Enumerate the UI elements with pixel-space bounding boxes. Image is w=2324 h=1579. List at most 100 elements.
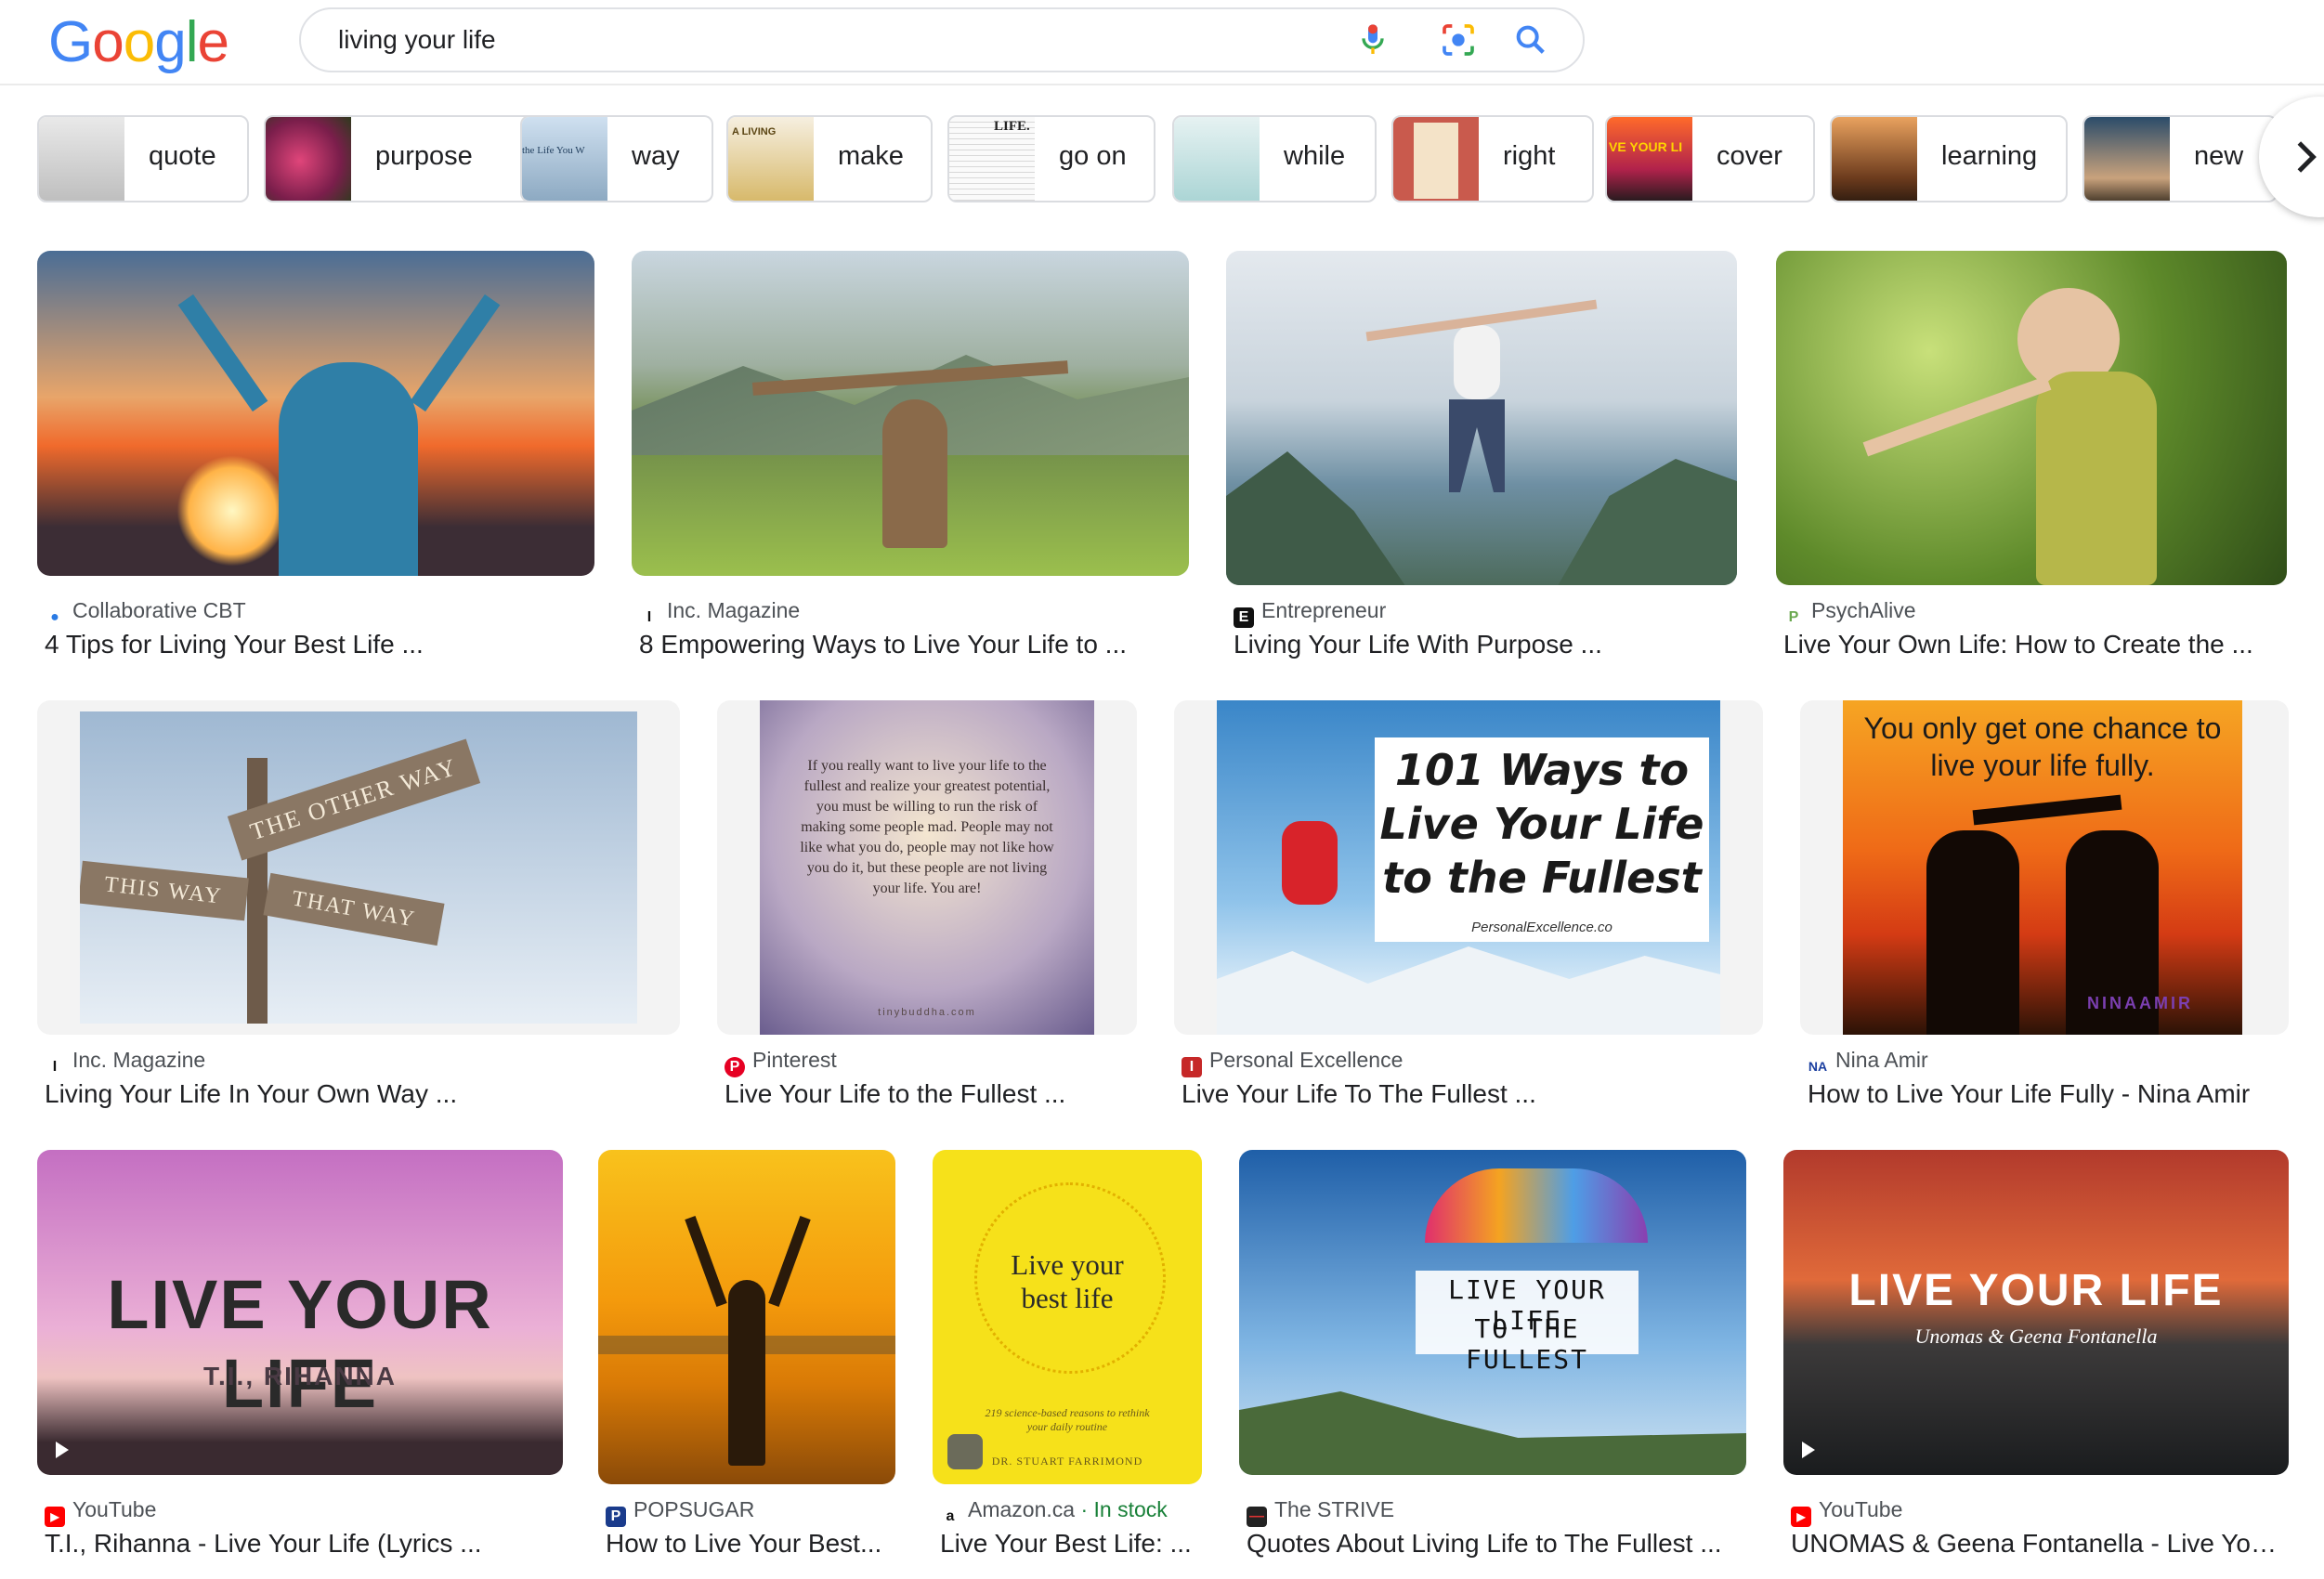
result-image[interactable] — [1226, 251, 1737, 585]
logo-letter: l — [185, 10, 199, 74]
result-card[interactable]: 101 Ways to Live Your Life to the Fulles… — [1174, 700, 1763, 1118]
result-card[interactable]: THE OTHER WAY THIS WAY THAT WAY I Inc. Ma… — [37, 700, 680, 1118]
result-image[interactable]: LIVE YOUR LIFE Unomas & Geena Fontanella — [1783, 1150, 2289, 1475]
chip-thumbnail — [1174, 117, 1260, 201]
result-source: P PsychAlive — [1783, 598, 1916, 628]
result-title[interactable]: Live Your Life to the Fullest ... — [725, 1079, 1133, 1109]
result-image[interactable]: LIVE YOUR LIFE T.I., RIHANNA — [37, 1150, 563, 1475]
result-source: P Pinterest — [725, 1048, 837, 1077]
popsugar-icon: P — [606, 1507, 626, 1527]
result-title[interactable]: How to Live Your Best... — [606, 1529, 897, 1559]
result-title[interactable]: Living Your Life In Your Own Way ... — [45, 1079, 676, 1109]
result-image[interactable] — [1776, 251, 2287, 585]
microphone-icon[interactable] — [1354, 21, 1391, 59]
chip-new[interactable]: new — [2082, 115, 2278, 202]
chip-go-on[interactable]: LIFE. go on — [947, 115, 1155, 202]
chevron-right-icon — [2297, 141, 2317, 173]
result-title[interactable]: Live Your Life To The Fullest ... — [1182, 1079, 1757, 1109]
chip-thumbnail: LIFE. — [949, 117, 1035, 201]
result-card[interactable]: If you really want to live your life to … — [717, 700, 1137, 1118]
result-image[interactable]: THE OTHER WAY THIS WAY THAT WAY — [37, 700, 680, 1035]
result-image[interactable]: LIVE YOUR LIFE TO THE FULLEST — [1239, 1150, 1746, 1475]
result-source: ● Collaborative CBT — [45, 598, 245, 628]
play-icon — [56, 1442, 69, 1458]
chip-thumbnail: VE YOUR LI — [1607, 117, 1692, 201]
pinterest-icon: P — [725, 1057, 745, 1077]
result-image[interactable]: If you really want to live your life to … — [717, 700, 1137, 1035]
chip-make[interactable]: A LIVING make — [726, 115, 933, 202]
book-title: Live your best life — [1011, 1248, 1124, 1314]
result-title[interactable]: Quotes About Living Life to The Fullest … — [1247, 1529, 1748, 1559]
result-title[interactable]: 4 Tips for Living Your Best Life ... — [45, 630, 593, 659]
google-logo[interactable]: Google — [48, 9, 229, 75]
logo-letter: e — [197, 10, 228, 74]
result-card[interactable]: E Entrepreneur Living Your Life With Purp… — [1226, 251, 1737, 669]
chip-label: quote — [149, 141, 216, 171]
result-image[interactable]: You only get one chance to live your lif… — [1800, 700, 2289, 1035]
result-source: ▶ YouTube — [45, 1497, 156, 1527]
result-title[interactable]: Live Your Own Life: How to Create the ..… — [1783, 630, 2285, 659]
price-tag-icon — [947, 1434, 983, 1469]
result-card[interactable]: P PsychAlive Live Your Own Life: How to C… — [1776, 251, 2287, 669]
chip-right[interactable]: right — [1391, 115, 1594, 202]
yt2-title: LIVE YOUR LIFE — [1848, 1266, 2224, 1315]
result-card[interactable]: LIVE YOUR LIFE T.I., RIHANNA ▶ YouTube T.… — [37, 1150, 563, 1568]
chip-quote[interactable]: quote — [37, 115, 249, 202]
chip-label: make — [838, 141, 904, 171]
result-title[interactable]: Live Your Best Life: ... — [940, 1529, 1204, 1559]
result-card[interactable]: LIVE YOUR LIFE TO THE FULLEST — The STRIV… — [1239, 1150, 1746, 1568]
lens-camera-icon[interactable] — [1440, 21, 1477, 59]
search-input[interactable] — [336, 20, 1269, 59]
quote-text: If you really want to live your life to … — [800, 758, 1054, 896]
nina-quote: You only get one chance to live your lif… — [1863, 711, 2222, 782]
result-title[interactable]: UNOMAS & Geena Fontanella - Live You... — [1791, 1529, 2283, 1559]
chip-thumb-text: the Life You W — [522, 145, 585, 156]
related-searches-chips: quote purpose the Life You W way A LIVIN… — [37, 115, 2324, 204]
chip-cover[interactable]: VE YOUR LI cover — [1605, 115, 1815, 202]
chip-label: learning — [1941, 141, 2038, 171]
result-card[interactable]: I Inc. Magazine 8 Empowering Ways to Live… — [632, 251, 1189, 669]
result-image[interactable]: 101 Ways to Live Your Life to the Fulles… — [1174, 700, 1763, 1035]
pe-line3: to the Fullest — [1382, 853, 1702, 903]
chip-thumb-text: LIFE. — [994, 119, 1030, 134]
pe-site: PersonalExcellence.co — [1471, 920, 1612, 935]
chip-thumb-text: A LIVING — [732, 126, 777, 137]
search-icon[interactable] — [1512, 21, 1549, 59]
play-icon — [1802, 1442, 1815, 1458]
chip-while[interactable]: while — [1172, 115, 1377, 202]
result-source: I Inc. Magazine — [45, 1048, 205, 1077]
source-name: Personal Excellence — [1209, 1048, 1404, 1072]
inc-magazine-icon: I — [646, 609, 652, 625]
result-source: a Amazon.ca · In stock — [940, 1497, 1168, 1527]
sign-this-way: THIS WAY — [80, 860, 249, 921]
result-card[interactable]: Live your best life 219 science-based re… — [933, 1150, 1202, 1568]
result-title[interactable]: T.I., Rihanna - Live Your Life (Lyrics .… — [45, 1529, 565, 1559]
result-source: — The STRIVE — [1247, 1497, 1394, 1527]
source-name: YouTube — [72, 1497, 157, 1521]
result-card[interactable]: ● Collaborative CBT 4 Tips for Living You… — [37, 251, 594, 669]
source-name: Entrepreneur — [1261, 598, 1387, 622]
result-image[interactable] — [37, 251, 594, 576]
result-card[interactable]: LIVE YOUR LIFE Unomas & Geena Fontanella… — [1783, 1150, 2289, 1568]
source-name: Nina Amir — [1835, 1048, 1928, 1072]
result-card[interactable]: You only get one chance to live your lif… — [1800, 700, 2289, 1118]
collaborative-cbt-icon: ● — [50, 609, 59, 625]
yt1-sub: T.I., RIHANNA — [203, 1362, 397, 1390]
result-title[interactable]: Living Your Life With Purpose ... — [1234, 630, 1735, 659]
youtube-icon: ▶ — [1791, 1507, 1811, 1527]
chip-learning[interactable]: learning — [1830, 115, 2068, 202]
result-title[interactable]: 8 Empowering Ways to Live Your Life to .… — [639, 630, 1187, 659]
nina-amir-icon: NA — [1808, 1059, 1828, 1074]
chip-way[interactable]: the Life You W way — [520, 115, 713, 202]
chip-label: way — [632, 141, 680, 171]
source-name: Inc. Magazine — [667, 598, 801, 622]
result-card[interactable]: P POPSUGAR How to Live Your Best... — [598, 1150, 895, 1568]
pe-line2: Live Your Life — [1379, 799, 1704, 849]
chip-label: cover — [1717, 141, 1782, 171]
result-image[interactable] — [632, 251, 1189, 576]
book-author: DR. STUART FARRIMOND — [991, 1455, 1143, 1468]
result-image[interactable] — [598, 1150, 895, 1484]
chip-purpose[interactable]: purpose — [264, 115, 542, 202]
result-title[interactable]: How to Live Your Life Fully - Nina Amir — [1808, 1079, 2291, 1109]
result-image[interactable]: Live your best life 219 science-based re… — [933, 1150, 1202, 1484]
